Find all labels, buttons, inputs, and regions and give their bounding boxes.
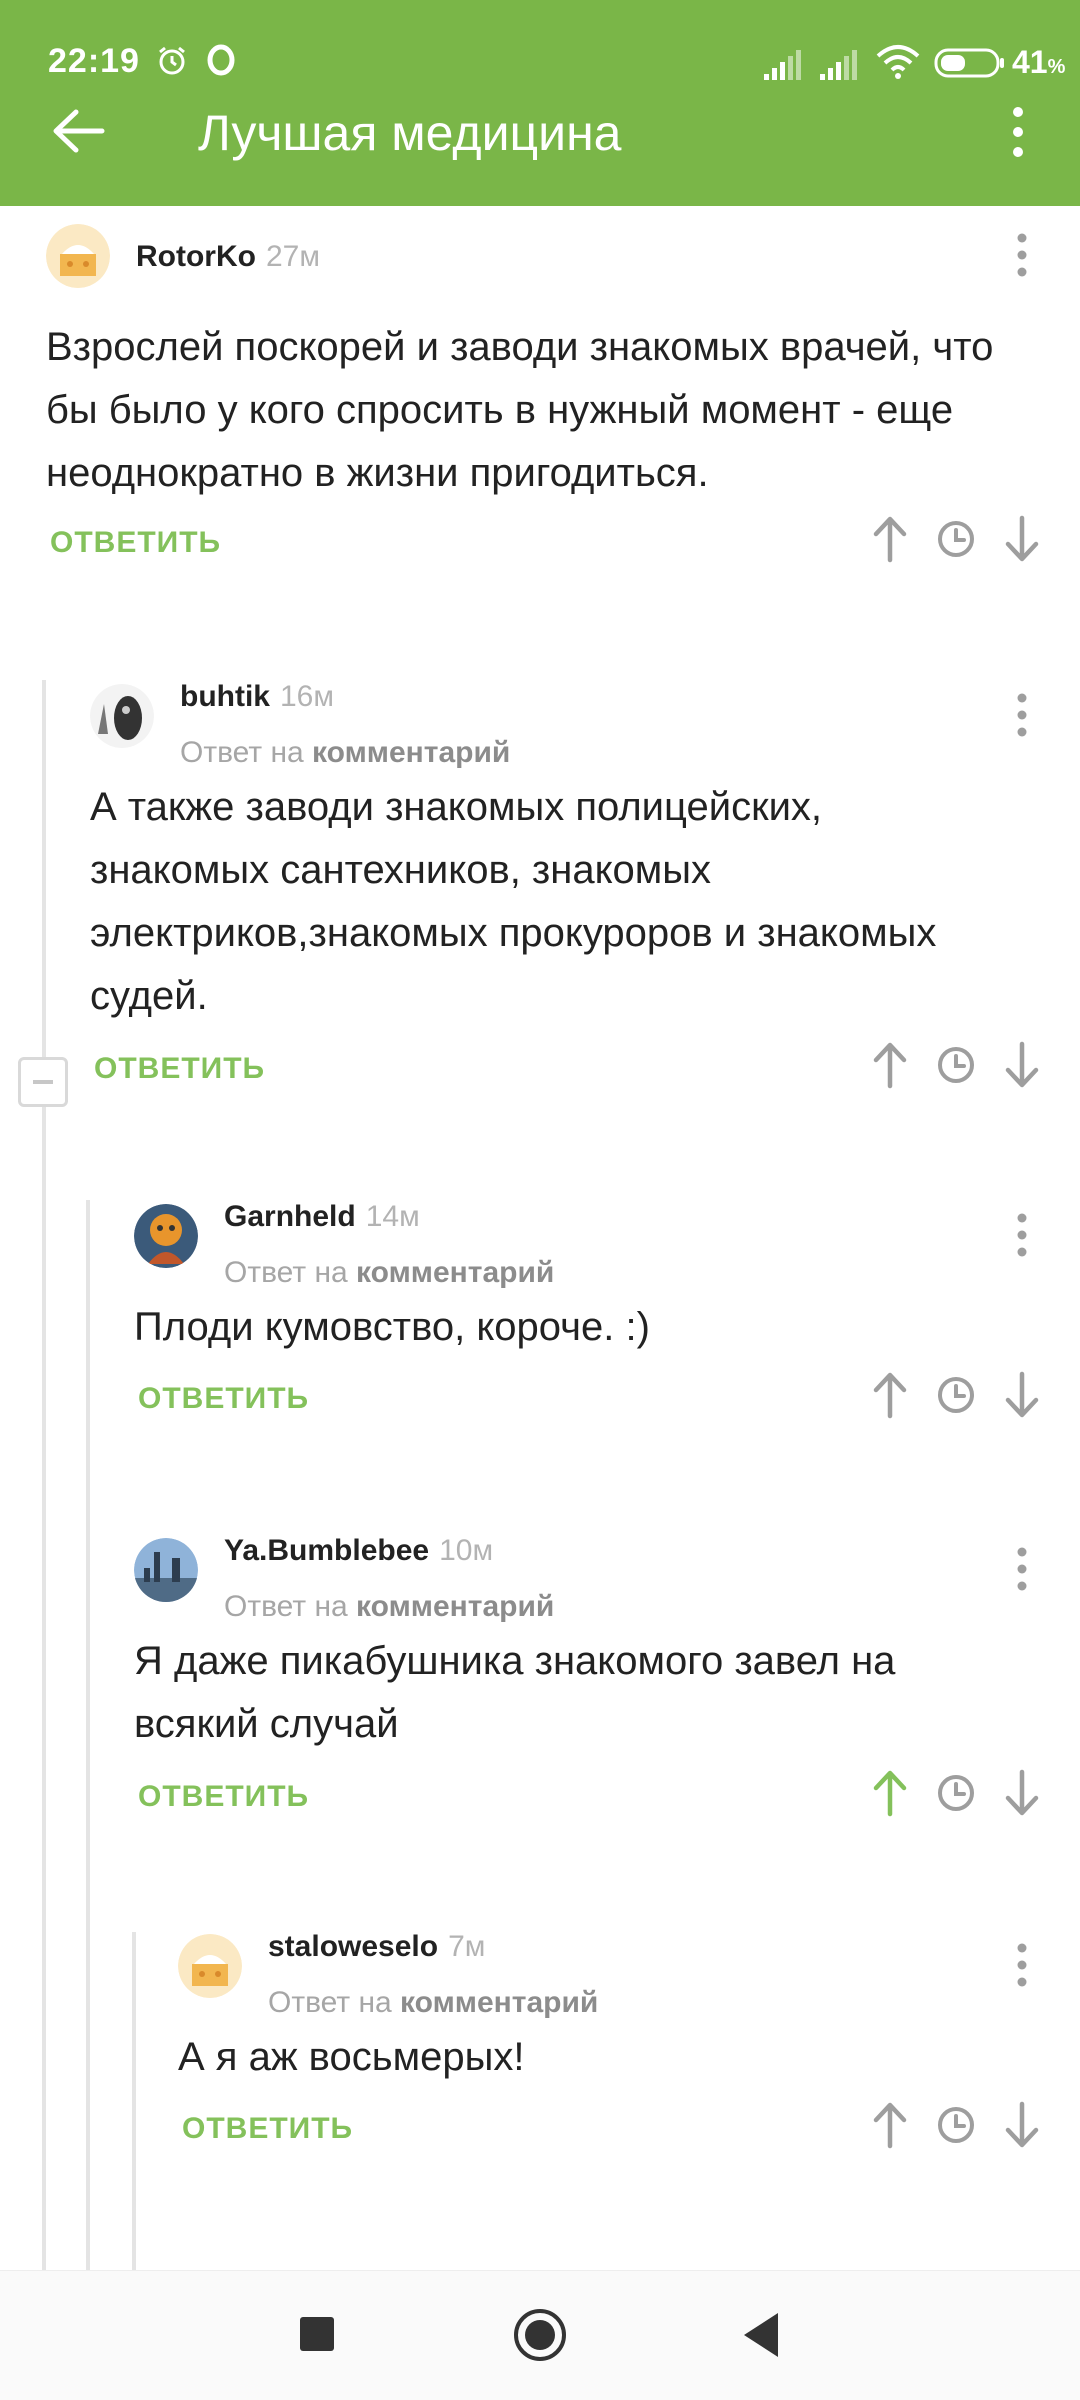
nav-back-button[interactable]	[740, 2311, 780, 2359]
avatar[interactable]	[178, 1934, 242, 1998]
system-nav-bar	[0, 2270, 1080, 2400]
reply-to-label: Ответ на комментарий	[180, 736, 511, 769]
signal-icon	[820, 50, 857, 80]
comment-time: 7м	[448, 1930, 486, 1963]
reply-to-link[interactable]: комментарий	[356, 1256, 554, 1289]
app-bar: 22:19 41% Лучшая медицина	[0, 0, 1080, 206]
arrow-up-icon[interactable]	[868, 1768, 912, 1818]
comment-more-icon[interactable]	[1012, 230, 1032, 280]
reply-to-label: Ответ на комментарий	[268, 1986, 599, 2019]
comment-text: А также заводи знакомых полицейских, зна…	[90, 785, 937, 1018]
avatar[interactable]	[90, 684, 154, 748]
reply-to-link[interactable]: комментарий	[356, 1590, 554, 1623]
comment-actions	[868, 1040, 1048, 1090]
comment-text: Плоди кумовство, короче. :)	[134, 1305, 650, 1349]
thread-line	[86, 1200, 90, 2270]
wifi-icon	[876, 45, 920, 79]
battery-icon	[934, 48, 1004, 78]
arrow-up-icon[interactable]	[868, 1040, 912, 1090]
arrow-down-icon[interactable]	[1000, 514, 1044, 564]
comment-time: 14м	[365, 1200, 420, 1233]
more-vertical-icon[interactable]	[1006, 104, 1030, 160]
clock-icon[interactable]	[934, 1370, 978, 1420]
arrow-down-icon[interactable]	[1000, 1040, 1044, 1090]
clock-icon[interactable]	[934, 514, 978, 564]
reply-to-link[interactable]: комментарий	[400, 1986, 598, 2019]
arrow-left-icon[interactable]	[50, 106, 106, 156]
comment-text: Я даже пикабушника знакомого завел на вс…	[134, 1639, 896, 1746]
status-bar: 22:19 41%	[0, 0, 1080, 110]
comment-more-icon[interactable]	[1012, 1940, 1032, 1990]
reply-to-link[interactable]: комментарий	[312, 736, 510, 769]
comment-more-icon[interactable]	[1012, 1544, 1032, 1594]
avatar[interactable]	[134, 1538, 198, 1602]
home-button[interactable]	[512, 2307, 568, 2363]
comment-time: 27м	[265, 240, 320, 273]
username[interactable]: buhtik 16м	[180, 680, 334, 714]
clock-icon[interactable]	[934, 1040, 978, 1090]
comment-time: 10м	[439, 1534, 494, 1567]
collapse-thread-button[interactable]	[18, 1057, 68, 1107]
reply-to-label: Ответ на комментарий	[224, 1590, 555, 1623]
opera-icon	[207, 44, 235, 76]
page-title: Лучшая медицина	[198, 105, 622, 161]
thread-line	[132, 1932, 136, 2270]
arrow-up-icon[interactable]	[868, 514, 912, 564]
comment-time: 16м	[280, 680, 334, 713]
username[interactable]: staloweselo 7м	[268, 1930, 485, 1964]
arrow-down-icon[interactable]	[1000, 1768, 1044, 1818]
arrow-up-icon[interactable]	[868, 1370, 912, 1420]
avatar[interactable]	[46, 224, 110, 288]
reply-button[interactable]: ОТВЕТИТЬ	[138, 1780, 309, 1814]
reply-button[interactable]: ОТВЕТИТЬ	[182, 2112, 353, 2146]
alarm-icon	[159, 46, 185, 75]
clock-icon[interactable]	[934, 1768, 978, 1818]
comment-more-icon[interactable]	[1012, 1210, 1032, 1260]
recents-button[interactable]	[300, 2317, 334, 2351]
comment-actions	[868, 1768, 1048, 1818]
comment-text: А я аж восьмерых!	[178, 2035, 525, 2079]
comment-actions	[868, 1370, 1048, 1420]
reply-button[interactable]: ОТВЕТИТЬ	[94, 1052, 265, 1086]
battery-percent: 41%	[1012, 44, 1066, 80]
reply-to-label: Ответ на комментарий	[224, 1256, 555, 1289]
username[interactable]: RotorKo 27м	[136, 240, 320, 274]
thread-line	[42, 680, 46, 2270]
signal-icon	[764, 50, 801, 80]
clock-icon[interactable]	[934, 2100, 978, 2150]
comment-actions	[868, 2100, 1048, 2150]
username[interactable]: Garnheld 14м	[224, 1200, 420, 1234]
arrow-down-icon[interactable]	[1000, 1370, 1044, 1420]
reply-button[interactable]: ОТВЕТИТЬ	[50, 526, 221, 560]
arrow-down-icon[interactable]	[1000, 2100, 1044, 2150]
comment-text: Взрослей поскорей и заводи знакомых врач…	[46, 325, 994, 495]
comment-actions	[868, 514, 1048, 564]
avatar[interactable]	[134, 1204, 198, 1268]
arrow-up-icon[interactable]	[868, 2100, 912, 2150]
reply-button[interactable]: ОТВЕТИТЬ	[138, 1382, 309, 1416]
comment-more-icon[interactable]	[1012, 690, 1032, 740]
status-time: 22:19	[48, 42, 140, 80]
username[interactable]: Ya.Bumblebee 10м	[224, 1534, 493, 1568]
